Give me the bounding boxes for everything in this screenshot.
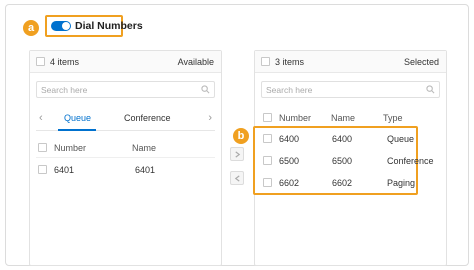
callout-badge-b: b <box>233 128 249 144</box>
search-placeholder: Search here <box>41 85 88 95</box>
available-col-number: Number <box>54 143 87 153</box>
available-tabs: ‹ Queue Conference › <box>36 109 215 131</box>
row-checkbox[interactable] <box>263 178 272 187</box>
dial-numbers-label: Dial Numbers <box>75 20 143 32</box>
row-name: 6602 <box>332 178 353 188</box>
selected-search-input[interactable]: Search here <box>261 81 440 98</box>
row-name: 6500 <box>332 156 353 166</box>
callout-badge-a: a <box>23 20 39 36</box>
search-icon <box>201 85 210 94</box>
selected-select-all-checkbox[interactable] <box>261 57 270 66</box>
active-tab-indicator <box>58 129 96 131</box>
row-checkbox[interactable] <box>263 156 272 165</box>
arrow-left-icon <box>234 175 240 182</box>
row-type: Queue <box>387 134 415 144</box>
selected-title: Selected <box>403 57 439 67</box>
selected-count: 3 items <box>275 57 305 67</box>
tab-conference[interactable]: Conference <box>124 113 171 123</box>
available-header: 4 items Available <box>30 51 221 73</box>
available-title: Available <box>177 57 214 67</box>
available-select-all-checkbox[interactable] <box>36 57 45 66</box>
row-number: 6401 <box>54 165 75 175</box>
available-panel: 4 items Available Search here ‹ Queue Co… <box>29 50 222 266</box>
row-type: Paging <box>387 178 416 188</box>
chevron-left-icon[interactable]: ‹ <box>39 112 43 124</box>
row-number: 6500 <box>279 156 300 166</box>
available-search-input[interactable]: Search here <box>36 81 215 98</box>
available-count: 4 items <box>50 57 80 67</box>
available-col-name: Name <box>132 143 157 153</box>
divider <box>36 157 215 158</box>
chevron-right-icon[interactable]: › <box>208 112 212 124</box>
row-name: 6401 <box>135 165 156 175</box>
search-placeholder: Search here <box>266 85 313 95</box>
row-checkbox[interactable] <box>263 134 272 143</box>
move-left-button[interactable] <box>230 171 244 185</box>
row-number: 6602 <box>279 178 300 188</box>
search-icon <box>426 85 435 94</box>
move-right-button[interactable] <box>230 147 244 161</box>
selected-header: 3 items Selected <box>255 51 446 73</box>
dial-numbers-toggle[interactable] <box>51 21 71 31</box>
available-header-checkbox[interactable] <box>38 143 47 152</box>
row-type: Conference <box>387 156 434 166</box>
arrow-right-icon <box>235 151 241 158</box>
row-name: 6400 <box>332 134 353 144</box>
toggle-knob <box>62 22 70 30</box>
row-number: 6400 <box>279 134 300 144</box>
tab-queue[interactable]: Queue <box>64 113 91 123</box>
selected-col-type: Type <box>383 113 403 123</box>
selected-header-checkbox[interactable] <box>263 113 272 122</box>
selected-col-number: Number <box>279 113 312 123</box>
row-checkbox[interactable] <box>38 165 47 174</box>
selected-col-name: Name <box>331 113 356 123</box>
